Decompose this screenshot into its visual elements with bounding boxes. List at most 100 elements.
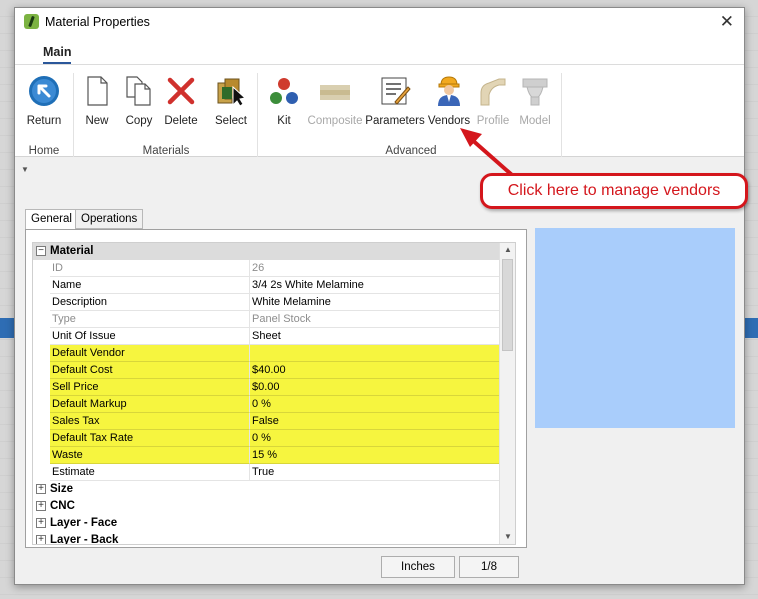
category-row-layer-face[interactable]: + Layer - Face [33, 515, 505, 532]
model-icon [522, 78, 548, 106]
precision-button[interactable]: 1/8 [459, 556, 519, 578]
property-value[interactable] [250, 345, 505, 362]
ribbon-collapse-icon[interactable]: ▼ [21, 165, 29, 174]
collapse-icon[interactable]: − [36, 246, 46, 256]
property-row-waste[interactable]: Waste 15 % [33, 447, 505, 464]
background-selection-right [744, 318, 758, 338]
property-value: 26 [250, 260, 505, 277]
title-bar: Material Properties ✕ [15, 8, 744, 37]
return-icon [29, 76, 59, 106]
app-logo-icon [24, 14, 39, 29]
expand-icon[interactable]: + [36, 501, 46, 511]
property-value[interactable]: Sheet [250, 328, 505, 345]
property-row-description[interactable]: Description White Melamine [33, 294, 505, 311]
property-value[interactable]: White Melamine [250, 294, 505, 311]
composite-icon [320, 85, 350, 100]
property-value: Panel Stock [250, 311, 505, 328]
property-value[interactable]: 0 % [250, 396, 505, 413]
property-value[interactable]: False [250, 413, 505, 430]
parameters-label: Parameters [365, 115, 425, 127]
material-properties-dialog: Material Properties ✕ Main Return Home N… [14, 7, 745, 585]
property-value[interactable]: 0 % [250, 430, 505, 447]
property-row-sales-tax[interactable]: Sales Tax False [33, 413, 505, 430]
model-button[interactable]: Model [515, 71, 555, 129]
composite-label: Composite [307, 115, 363, 127]
property-key: Unit Of Issue [50, 328, 250, 345]
group-label-home: Home [28, 145, 60, 157]
property-row-estimate[interactable]: Estimate True [33, 464, 505, 481]
parameters-button[interactable]: Parameters [365, 71, 425, 129]
vendors-button[interactable]: Vendors [425, 71, 473, 129]
property-row-id[interactable]: ID 26 [33, 260, 505, 277]
property-panel: − Material ID 26 Name 3/4 2s White Melam… [25, 229, 527, 548]
category-row-size[interactable]: + Size [33, 481, 505, 498]
property-row-unit-of-issue[interactable]: Unit Of Issue Sheet [33, 328, 505, 345]
group-label-advanced: Advanced [385, 145, 437, 157]
property-key: Default Markup [50, 396, 250, 413]
category-row-layer-back[interactable]: + Layer - Back [33, 532, 505, 545]
property-row-default-tax-rate[interactable]: Default Tax Rate 0 % [33, 430, 505, 447]
property-value[interactable]: True [250, 464, 505, 481]
material-preview [535, 228, 735, 428]
close-button[interactable]: ✕ [720, 12, 734, 32]
group-separator [73, 73, 74, 157]
annotation-callout: Click here to manage vendors [480, 173, 748, 209]
vendors-label: Vendors [427, 115, 471, 127]
kit-label: Kit [277, 115, 291, 127]
property-key: Waste [50, 447, 250, 464]
category-row-material[interactable]: − Material [33, 243, 505, 260]
property-key: Name [50, 277, 250, 294]
new-document-icon [87, 76, 108, 106]
property-row-name[interactable]: Name 3/4 2s White Melamine [33, 277, 505, 294]
scroll-down-icon[interactable]: ▼ [500, 530, 515, 544]
property-key: Sell Price [50, 379, 250, 396]
parameters-icon [381, 77, 411, 105]
expand-icon[interactable]: + [36, 484, 46, 494]
property-key: ID [50, 260, 250, 277]
profile-button[interactable]: Profile [473, 71, 513, 129]
property-value[interactable]: 15 % [250, 447, 505, 464]
tab-main[interactable]: Main [43, 45, 72, 64]
grid-scrollbar[interactable]: ▲ ▼ [499, 243, 515, 544]
category-name: Material [50, 245, 94, 257]
vendors-icon [438, 76, 460, 106]
category-row-cnc[interactable]: + CNC [33, 498, 505, 515]
group-label-materials: Materials [142, 145, 190, 157]
tab-general[interactable]: General [25, 209, 78, 230]
property-key: Default Tax Rate [50, 430, 250, 447]
expand-icon[interactable]: + [36, 518, 46, 528]
profile-icon [480, 78, 506, 106]
property-row-type[interactable]: Type Panel Stock [33, 311, 505, 328]
property-value[interactable]: $40.00 [250, 362, 505, 379]
delete-button[interactable]: Delete [161, 71, 201, 129]
scrollbar-thumb[interactable] [502, 259, 513, 351]
window-title: Material Properties [45, 15, 150, 29]
property-key: Default Cost [50, 362, 250, 379]
category-name: Layer - Back [50, 534, 119, 545]
new-label: New [85, 115, 109, 127]
new-button[interactable]: New [81, 71, 113, 129]
composite-button[interactable]: Composite [305, 71, 365, 129]
tab-operations[interactable]: Operations [75, 209, 144, 229]
property-key: Estimate [50, 464, 250, 481]
property-key: Default Vendor [50, 345, 250, 362]
property-row-default-markup[interactable]: Default Markup 0 % [33, 396, 505, 413]
property-grid: − Material ID 26 Name 3/4 2s White Melam… [32, 242, 516, 545]
expand-icon[interactable]: + [36, 535, 46, 544]
category-name: Layer - Face [50, 517, 118, 529]
copy-button[interactable]: Copy [121, 71, 157, 129]
select-button[interactable]: Select [211, 71, 251, 129]
property-row-sell-price[interactable]: Sell Price $0.00 [33, 379, 505, 396]
units-button[interactable]: Inches [381, 556, 455, 578]
property-row-default-cost[interactable]: Default Cost $40.00 [33, 362, 505, 379]
kit-button[interactable]: Kit [267, 71, 301, 129]
select-icon [217, 78, 247, 107]
property-value[interactable]: $0.00 [250, 379, 505, 396]
scroll-up-icon[interactable]: ▲ [500, 243, 515, 257]
category-name: CNC [50, 500, 75, 512]
property-row-default-vendor[interactable]: Default Vendor [33, 345, 505, 362]
background-selection-left [0, 318, 14, 338]
property-value[interactable]: 3/4 2s White Melamine [250, 277, 505, 294]
copy-label: Copy [125, 115, 153, 127]
return-button[interactable]: Return [23, 71, 65, 129]
